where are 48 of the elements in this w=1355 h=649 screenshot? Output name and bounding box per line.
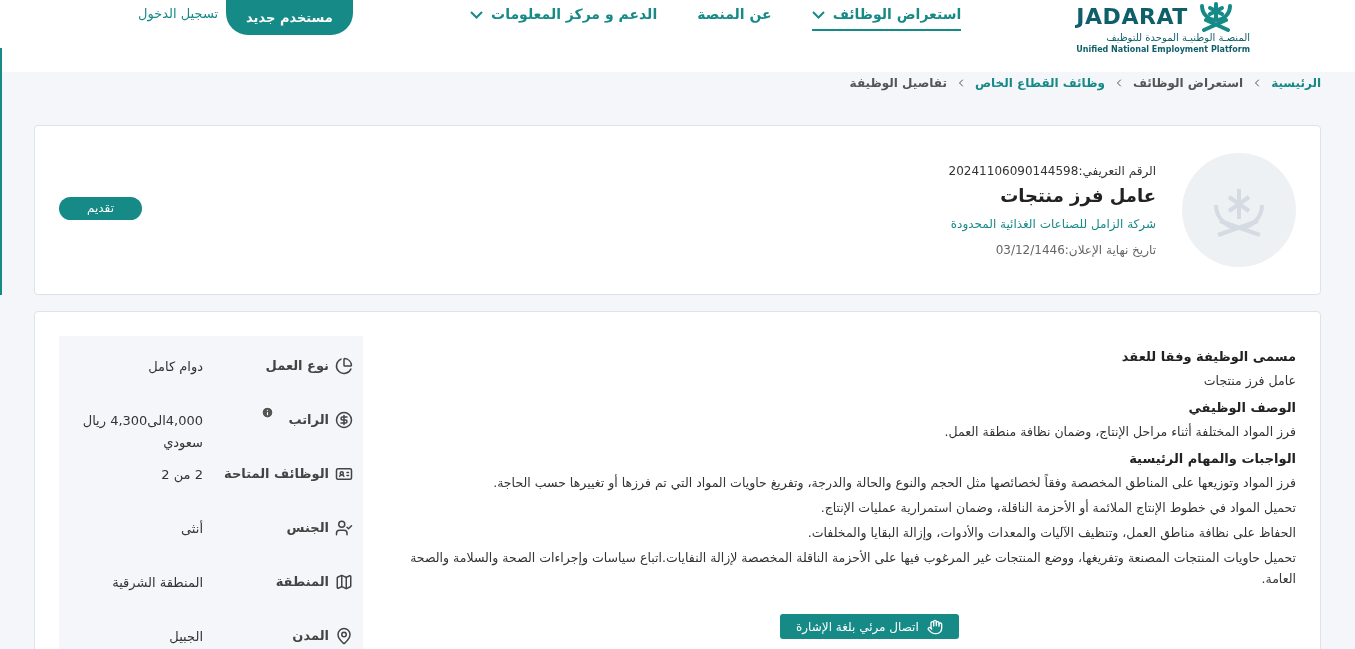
section-text: فرز المواد وتوزيعها على المناطق المخصصة وفقاً لخصائصها مثل الحجم والنوع والحالة والدرجة، وتفريغ حاويات المواد التي تم فرزها أو تغييرها حسب الحاجة.: [493, 473, 1296, 493]
nav-link[interactable]: عن المنصة: [697, 0, 772, 31]
breadcrumb-link[interactable]: الرئيسية: [1271, 74, 1321, 92]
section-heading: الوصف الوظيفي: [1188, 399, 1296, 417]
sign-language-button[interactable]: اتصال مرئي بلغة الإشارة: [780, 614, 959, 639]
attribute-label: الراتب: [288, 411, 329, 429]
chevron-down-icon: [811, 10, 825, 19]
breadcrumb-text: استعراض الوظائف: [1132, 75, 1244, 92]
section-text: عامل فرز منتجات: [1203, 372, 1296, 391]
location-icon: [335, 626, 353, 645]
attribute-value: 2 من 2: [160, 466, 203, 485]
breadcrumb-link[interactable]: وظائف القطاع الخاص: [974, 74, 1105, 92]
section-text: تحميل المواد في خطوط الإنتاج الملائمة أو الأحزمة الناقلة، وضمان استمرارية عمليات الإنتاج.: [820, 498, 1296, 518]
logo-wordmark: JADARAT: [1076, 6, 1188, 28]
nav-link[interactable]: الدعم و مركز المعلومات: [470, 0, 658, 31]
attribute-label: المنطقة: [275, 573, 329, 591]
deadline-text: تاريخ نهاية الإعلان:03/12/1446: [995, 241, 1156, 259]
coin-icon: [335, 410, 353, 429]
attribute-value: دوام كامل: [147, 358, 203, 377]
job-reference: الرقم التعريفي:20241106090144598: [948, 162, 1156, 180]
job-title: عامل فرز منتجات: [1000, 183, 1156, 209]
apply-button[interactable]: تقديم: [59, 196, 142, 220]
register-button[interactable]: مستخدم جديد: [226, 0, 353, 35]
logo-english-text: Unified National Employment Platform: [1076, 44, 1250, 55]
breadcrumb-text: تفاصيل الوظيفة: [849, 75, 947, 92]
attribute-label: الوظائف المتاحة: [224, 465, 329, 483]
hand-icon: [926, 618, 943, 635]
section-heading: مسمى الوظيفة وفقا للعقد: [1121, 348, 1296, 366]
attribute-label: نوع العمل: [265, 357, 329, 375]
map-icon: [335, 572, 353, 591]
chevron-down-icon: [470, 10, 484, 19]
nav-link[interactable]: استعراض الوظائف: [811, 0, 962, 31]
attribute-value: الجبيل: [168, 628, 203, 646]
attribute-label: الجنس: [286, 519, 329, 537]
attribute-value: أنثى: [180, 519, 203, 538]
section-text: الحفاظ على نظافة مناطق العمل، وتنظيف الآليات والمعدات والأدوات، وإزالة البقايا والمخلفات.: [807, 524, 1296, 543]
section-text: تحميل حاويات المنتجات المصنعة وتفريغها، ووضع المنتجات غير المرغوب فيها على الأحزمة الناقلة المخصصة لإزالة النفايات.اتباع سياسات وإجراءات الصحة والسلامة والصحة العامة.: [409, 549, 1296, 588]
login-link[interactable]: تسجيل الدخول: [138, 0, 219, 24]
section-heading: الواجبات والمهام الرئيسية: [1129, 450, 1296, 469]
attribute-label: المدن: [292, 627, 329, 645]
attribute-value: المنطقة الشرقية: [111, 574, 203, 592]
section-text: فرز المواد المختلفة أثناء مراحل الإنتاج، وضمان نظافة منطقة العمل.: [944, 422, 1296, 442]
logo-arabic-text: المنصـة الوطنيـة الموحدة للتوظيف: [1106, 32, 1250, 45]
attribute-value: 4,000الى4,300 ريال سعودي: [81, 412, 203, 453]
company-link[interactable]: شركة الزامل للصناعات الغذائية المحدودة: [950, 214, 1156, 233]
info-icon[interactable]: [261, 406, 275, 420]
pie-icon: [335, 356, 353, 375]
person-icon: [335, 518, 353, 537]
